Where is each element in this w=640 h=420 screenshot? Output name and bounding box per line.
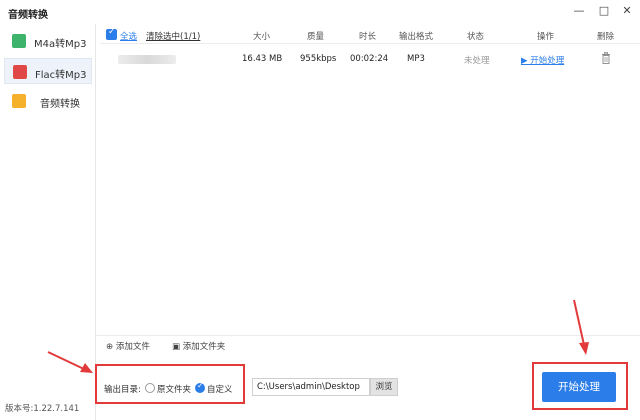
arrow-line-right <box>573 299 585 346</box>
arrow-line-left <box>47 351 87 371</box>
annotation-arrows <box>47 299 589 373</box>
arrow-head-right <box>579 342 589 355</box>
